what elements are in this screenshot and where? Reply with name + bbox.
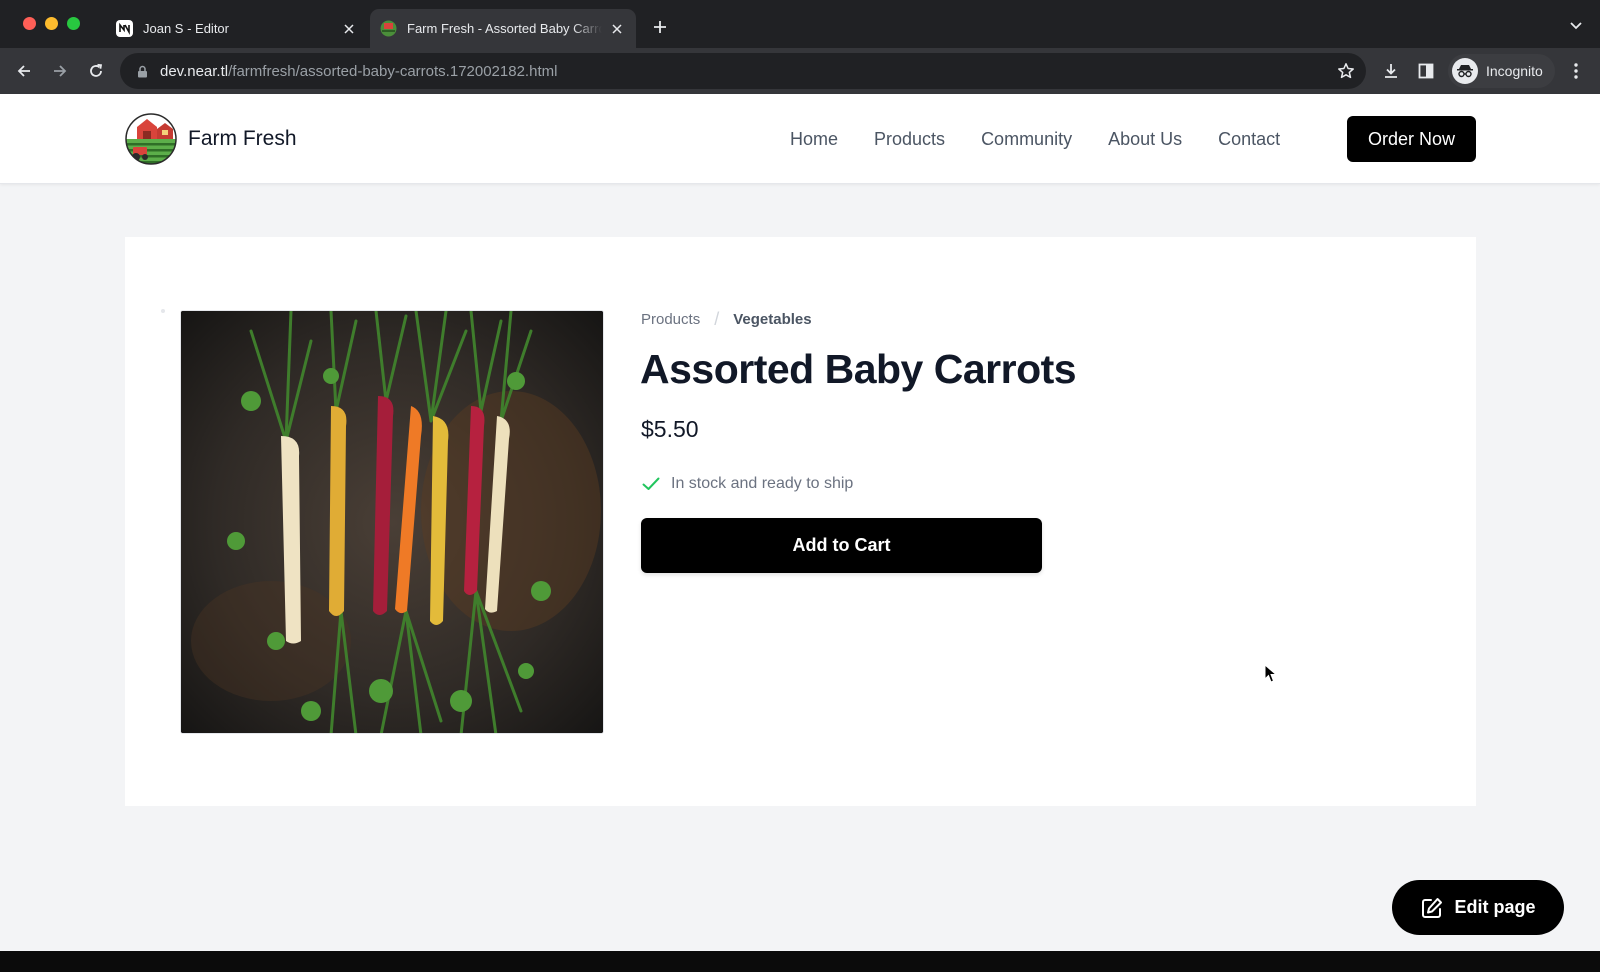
profile-label: Incognito bbox=[1486, 63, 1543, 79]
tab-title: Farm Fresh - Assorted Baby Carrots bbox=[407, 21, 602, 36]
nav-link-about-us[interactable]: About Us bbox=[1108, 129, 1182, 150]
lock-icon[interactable] bbox=[134, 63, 150, 79]
farm-logo-icon bbox=[125, 113, 177, 165]
browser-toolbar: dev.near.tl/farmfresh/assorted-baby-carr… bbox=[0, 48, 1600, 94]
breadcrumb-products[interactable]: Products bbox=[641, 311, 700, 328]
chevron-down-icon[interactable] bbox=[1566, 16, 1586, 36]
farm-favicon-icon bbox=[380, 20, 397, 37]
reload-icon[interactable] bbox=[82, 57, 110, 85]
url-host: dev.near.tl bbox=[160, 62, 229, 80]
main-nav: Home Products Community About Us Contact bbox=[790, 94, 1316, 184]
mouse-cursor-icon bbox=[1264, 664, 1278, 683]
add-to-cart-button[interactable]: Add to Cart bbox=[641, 518, 1042, 573]
stock-text: In stock and ready to ship bbox=[671, 475, 854, 492]
nav-link-home[interactable]: Home bbox=[790, 129, 838, 150]
back-arrow-icon[interactable] bbox=[10, 57, 38, 85]
carrots-photo bbox=[181, 311, 603, 733]
brand-name: Farm Fresh bbox=[188, 127, 297, 150]
tab-farm-fresh[interactable]: Farm Fresh - Assorted Baby Carrots bbox=[370, 9, 636, 48]
near-logo-icon bbox=[116, 20, 133, 37]
product-price: $5.50 bbox=[641, 416, 699, 442]
bookmark-star-icon[interactable] bbox=[1336, 61, 1356, 81]
stock-status: In stock and ready to ship bbox=[641, 474, 853, 494]
site-header: Farm Fresh Home Products Community About… bbox=[0, 94, 1600, 184]
url-path: /farmfresh/assorted-baby-carrots.1720021… bbox=[228, 62, 558, 80]
edit-page-label: Edit page bbox=[1454, 897, 1536, 917]
minimize-window-button[interactable] bbox=[45, 17, 58, 30]
brand-link[interactable]: Farm Fresh bbox=[125, 112, 297, 166]
decorative-dot bbox=[161, 309, 165, 313]
close-icon[interactable] bbox=[608, 20, 626, 38]
product-image[interactable] bbox=[180, 310, 604, 734]
footer-strip bbox=[0, 951, 1600, 972]
close-window-button[interactable] bbox=[23, 17, 36, 30]
order-now-button[interactable]: Order Now bbox=[1347, 116, 1476, 162]
product-title: Assorted Baby Carrots bbox=[640, 346, 1077, 392]
edit-page-button[interactable]: Edit page bbox=[1392, 880, 1564, 935]
download-icon[interactable] bbox=[1379, 59, 1403, 83]
url-text[interactable]: dev.near.tl/farmfresh/assorted-baby-carr… bbox=[160, 63, 557, 80]
kebab-menu-icon[interactable] bbox=[1564, 59, 1588, 83]
nav-link-community[interactable]: Community bbox=[981, 129, 1072, 150]
new-tab-button[interactable] bbox=[648, 15, 672, 39]
side-panel-icon[interactable] bbox=[1414, 59, 1438, 83]
tab-title: Joan S - Editor bbox=[143, 21, 229, 36]
address-bar[interactable]: dev.near.tl/farmfresh/assorted-baby-carr… bbox=[120, 53, 1366, 89]
incognito-icon bbox=[1452, 58, 1478, 84]
nav-link-products[interactable]: Products bbox=[874, 129, 945, 150]
breadcrumb: Products / Vegetables bbox=[641, 309, 812, 330]
edit-pencil-icon bbox=[1420, 896, 1444, 920]
maximize-window-button[interactable] bbox=[67, 17, 80, 30]
browser-chrome: Joan S - Editor Farm Fresh - Assorted Ba… bbox=[0, 0, 1600, 94]
incognito-profile-button[interactable]: Incognito bbox=[1448, 54, 1555, 88]
nav-link-contact[interactable]: Contact bbox=[1218, 129, 1280, 150]
breadcrumb-vegetables[interactable]: Vegetables bbox=[733, 311, 811, 328]
tab-strip: Joan S - Editor Farm Fresh - Assorted Ba… bbox=[0, 0, 1600, 48]
checkmark-icon bbox=[641, 474, 661, 494]
tab-editor[interactable]: Joan S - Editor bbox=[106, 9, 368, 48]
close-icon[interactable] bbox=[340, 20, 358, 38]
forward-arrow-icon[interactable] bbox=[46, 57, 74, 85]
breadcrumb-separator: / bbox=[714, 309, 720, 329]
